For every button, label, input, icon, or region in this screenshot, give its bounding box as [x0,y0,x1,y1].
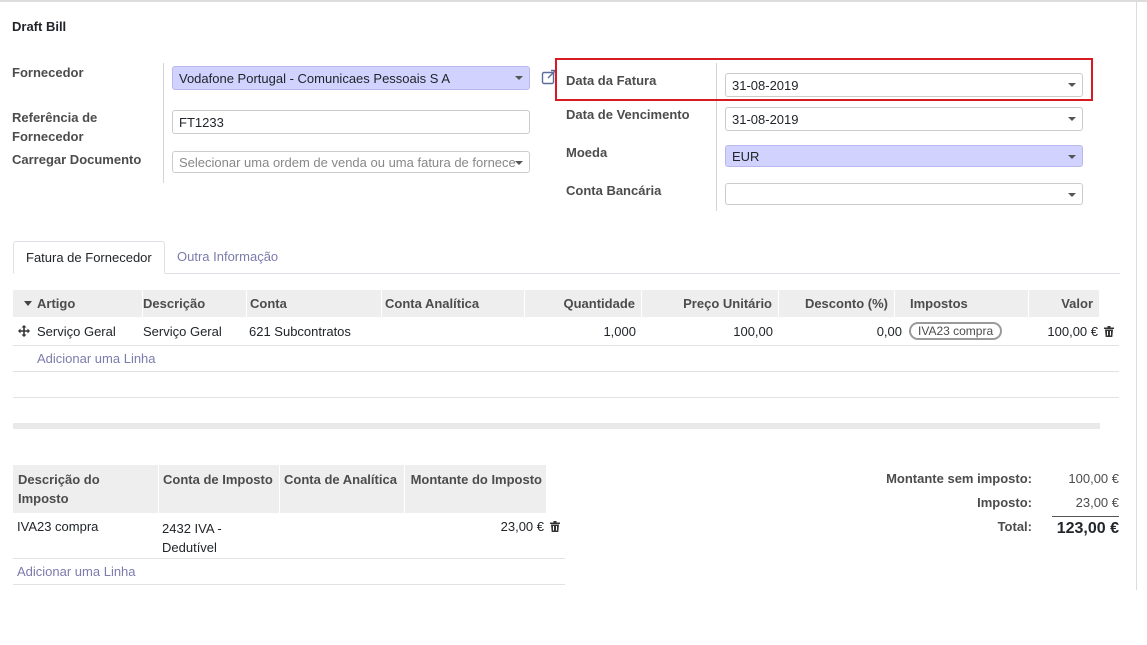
fornecedor-value: Vodafone Portugal - Comunicaes Pessoais … [179,71,450,86]
data-vencimento-input[interactable]: 31-08-2019 [725,107,1083,131]
referencia-input[interactable]: FT1233 [172,110,530,134]
conta-bancaria-select[interactable] [725,183,1083,205]
tax-table-header: Descrição do Imposto Conta de Imposto Co… [13,465,547,513]
drag-handle-icon[interactable] [18,325,30,337]
col-valor[interactable]: Valor [1028,290,1100,317]
fornecedor-label: Fornecedor [12,65,84,80]
data-vencimento-value: 31-08-2019 [732,112,799,127]
caret-down-icon [515,76,523,80]
col-desconto[interactable]: Desconto (%) [777,290,895,317]
top-border [0,0,1147,2]
conta-bancaria-label: Conta Bancária [566,183,662,198]
col-conta-analitica[interactable]: Conta Analítica [379,290,525,317]
carregar-documento-select[interactable]: Selecionar uma ordem de venda ou uma fat… [172,151,530,173]
trash-icon[interactable] [1104,326,1114,337]
col-conta[interactable]: Conta [244,290,382,317]
line-artigo[interactable]: Serviço Geral [37,324,116,340]
montante-sem-imposto-value: 100,00 € [1068,471,1119,486]
total-value: 123,00 € [1056,520,1119,537]
lines-table-header: Artigo Descrição Conta Conta Analítica Q… [13,290,1100,317]
line-preco-unitario[interactable]: 100,00 [660,324,773,340]
col-montante-imposto[interactable]: Montante do Imposto [404,465,547,513]
col-impostos[interactable]: Impostos [904,290,1029,317]
moeda-select[interactable]: EUR [725,145,1083,167]
moeda-value: EUR [732,149,760,164]
row-divider [13,397,1119,398]
tax-tag[interactable]: IVA23 compra [909,322,1003,340]
caret-down-icon [515,161,523,165]
tax-montante[interactable]: 23,00 € [440,519,544,535]
tax-conta[interactable]: 2432 IVA - Dedutível [162,519,242,557]
tab-fatura-fornecedor[interactable]: Fatura de Fornecedor [13,241,165,274]
data-vencimento-label: Data de Vencimento [566,107,690,122]
col-descricao[interactable]: Descrição [137,290,247,317]
field-separator-left [163,63,164,183]
row-divider [13,558,565,559]
carregar-documento-placeholder: Selecionar uma ordem de venda ou uma fat… [179,155,516,170]
table-footer-bar [13,423,1100,429]
highlight-box [555,58,1093,101]
line-descricao[interactable]: Serviço Geral [143,324,222,340]
caret-down-icon [1068,117,1076,121]
add-tax-line-link[interactable]: Adicionar uma Linha [17,564,136,580]
col-conta-analitica-imposto[interactable]: Conta de Analítica [279,465,405,513]
col-preco-unitario[interactable]: Preço Unitário [641,290,779,317]
referencia-label: Referência de Fornecedor [12,110,98,144]
moeda-label: Moeda [566,145,608,160]
right-border [1136,0,1137,590]
row-divider [13,371,1119,372]
add-line-link[interactable]: Adicionar uma Linha [37,351,156,367]
col-descricao-imposto[interactable]: Descrição do Imposto [13,465,159,513]
total-label: Total: [997,519,1032,534]
caret-down-icon [1068,193,1076,197]
imposto-value: 23,00 € [1075,495,1119,510]
tab-outra-informacao[interactable]: Outra Informação [165,241,290,274]
page-title: Draft Bill [12,19,67,34]
montante-sem-imposto-label: Montante sem imposto: [886,471,1032,486]
fornecedor-select[interactable]: Vodafone Portugal - Comunicaes Pessoais … [172,66,530,90]
col-quantidade[interactable]: Quantidade [525,290,642,317]
imposto-label: Imposto: [977,495,1032,510]
row-divider [13,345,1119,346]
carregar-documento-label: Carregar Documento [12,152,142,167]
row-divider [13,584,565,585]
trash-icon[interactable] [550,521,560,532]
tax-descricao[interactable]: IVA23 compra [17,519,98,535]
line-conta[interactable]: 621 Subcontratos [249,324,351,340]
col-conta-imposto[interactable]: Conta de Imposto [158,465,280,513]
referencia-value: FT1233 [179,115,224,130]
line-quantidade[interactable]: 1,000 [535,324,636,340]
col-artigo[interactable]: Artigo [31,290,143,317]
line-valor: 100,00 € [1047,324,1098,339]
caret-down-icon [1068,155,1076,159]
total-divider [1052,516,1119,517]
line-desconto[interactable]: 0,00 [800,324,902,340]
